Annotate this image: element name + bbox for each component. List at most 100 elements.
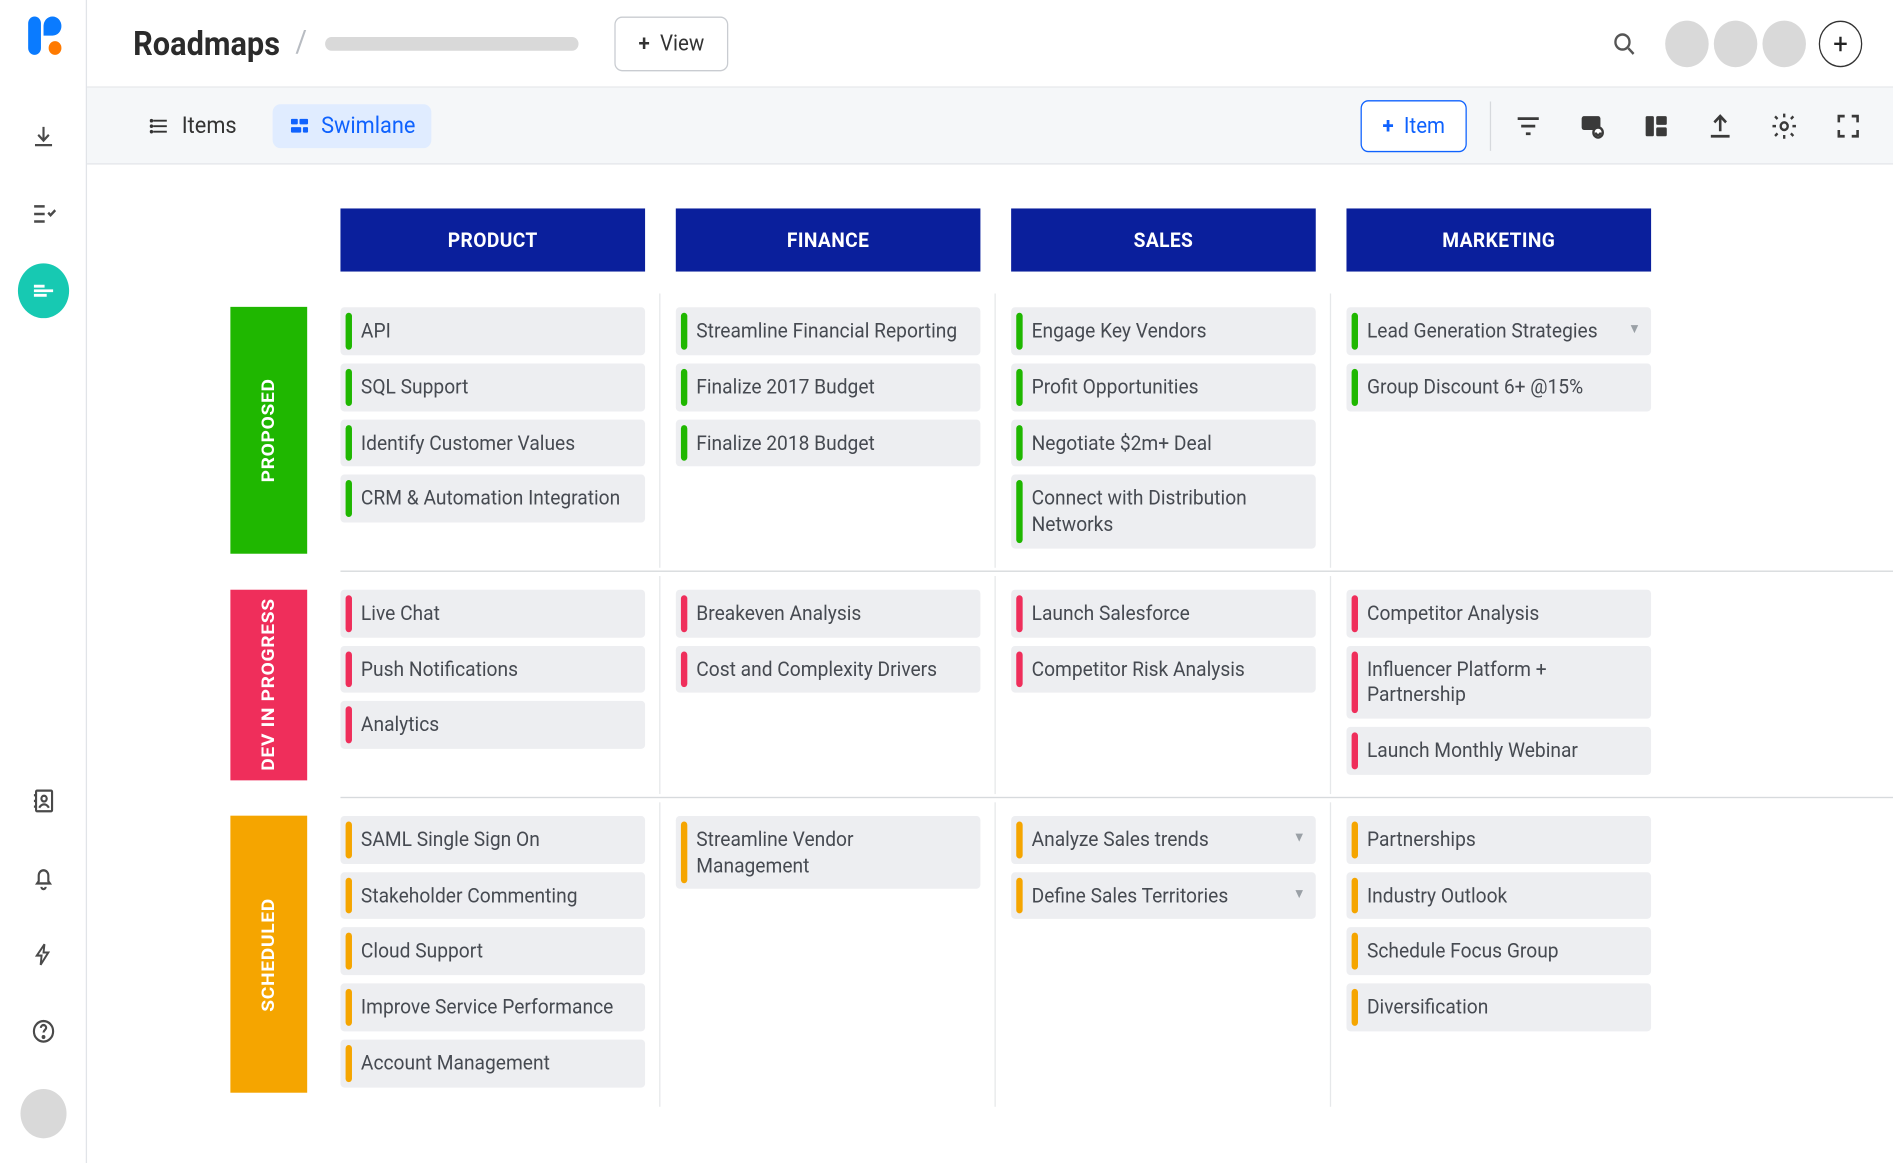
card[interactable]: SAML Single Sign On: [340, 816, 645, 864]
panel-icon[interactable]: [1642, 110, 1670, 140]
card[interactable]: Partnerships: [1346, 816, 1651, 864]
import-icon[interactable]: [17, 110, 68, 165]
card-stripe: [346, 877, 352, 914]
card-title: Negotiate $2m+ Deal: [1032, 430, 1212, 456]
card-stripe: [346, 313, 352, 350]
card[interactable]: Push Notifications: [340, 645, 645, 693]
card-stripe: [346, 989, 352, 1026]
card[interactable]: Launch Monthly Webinar: [1346, 727, 1651, 775]
lane-col: SAML Single Sign On Stakeholder Commentin…: [340, 816, 645, 1093]
card-title: CRM & Automation Integration: [361, 486, 620, 512]
chevron-down-icon[interactable]: ▼: [1628, 322, 1641, 339]
lane-label: PROPOSED: [230, 307, 307, 554]
card[interactable]: Negotiate $2m+ Deal: [1011, 419, 1316, 467]
search-icon[interactable]: [1606, 24, 1642, 62]
avatar[interactable]: [1714, 20, 1758, 67]
card[interactable]: Cloud Support: [340, 927, 645, 975]
toolbar-divider: [1490, 101, 1491, 150]
view-button-label: View: [660, 30, 704, 56]
export-icon[interactable]: [1706, 110, 1734, 140]
card-stripe: [1352, 313, 1358, 350]
card-stripe: [1016, 480, 1022, 542]
card[interactable]: Breakeven Analysis: [676, 589, 981, 637]
card[interactable]: Streamline Vendor Management: [676, 816, 981, 889]
card[interactable]: Identify Customer Values: [340, 419, 645, 467]
plus-icon: +: [638, 30, 649, 56]
card[interactable]: Competitor Analysis: [1346, 589, 1651, 637]
chevron-down-icon[interactable]: ▼: [1293, 831, 1306, 848]
card-title: Engage Key Vendors: [1032, 318, 1207, 344]
list-check-icon[interactable]: [17, 187, 68, 242]
lane-scheduled: SCHEDULED SAML Single Sign On Stakeholder …: [230, 816, 1893, 1093]
card[interactable]: Stakeholder Commenting: [340, 872, 645, 920]
card[interactable]: Launch Salesforce: [1011, 589, 1316, 637]
card[interactable]: API: [340, 307, 645, 355]
card[interactable]: Influencer Platform + Partnership: [1346, 645, 1651, 718]
card[interactable]: Finalize 2017 Budget: [676, 363, 981, 411]
contacts-icon[interactable]: [17, 774, 68, 829]
card-stripe: [681, 595, 687, 632]
avatar[interactable]: [1665, 20, 1709, 67]
card[interactable]: SQL Support: [340, 363, 645, 411]
add-view-button[interactable]: + View: [614, 16, 728, 71]
column-header: PRODUCT: [340, 208, 645, 271]
card[interactable]: Cost and Complexity Drivers: [676, 645, 981, 693]
card-stripe: [1016, 877, 1022, 914]
card-title: Stakeholder Commenting: [361, 883, 578, 909]
card[interactable]: Live Chat: [340, 589, 645, 637]
card-title: Improve Service Performance: [361, 994, 613, 1020]
card[interactable]: Profit Opportunities: [1011, 363, 1316, 411]
card[interactable]: Finalize 2018 Budget: [676, 419, 981, 467]
link-card-icon[interactable]: [1578, 110, 1606, 140]
bolt-icon[interactable]: [17, 927, 68, 982]
card[interactable]: Lead Generation Strategies▼: [1346, 307, 1651, 355]
add-collaborator-button[interactable]: +: [1819, 20, 1863, 67]
breadcrumb-separator: /: [295, 26, 307, 60]
tab-swimlane-label: Swimlane: [321, 112, 415, 139]
user-avatar[interactable]: [20, 1089, 66, 1138]
title-placeholder[interactable]: [325, 36, 578, 50]
plus-icon: +: [1383, 112, 1394, 138]
card[interactable]: Improve Service Performance: [340, 983, 645, 1031]
gear-icon[interactable]: [1770, 110, 1798, 140]
card[interactable]: Diversification: [1346, 983, 1651, 1031]
board: PRODUCTFINANCESALESMARKETING PROPOSEDAPI…: [87, 165, 1893, 1093]
card[interactable]: CRM & Automation Integration: [340, 475, 645, 523]
card-stripe: [1016, 821, 1022, 858]
card[interactable]: Connect with Distribution Networks: [1011, 475, 1316, 548]
card[interactable]: Group Discount 6+ @15%: [1346, 363, 1651, 411]
card-stripe: [1352, 933, 1358, 970]
card-stripe: [1352, 989, 1358, 1026]
card-stripe: [1352, 595, 1358, 632]
card-title: Launch Salesforce: [1032, 600, 1190, 626]
card[interactable]: Account Management: [340, 1039, 645, 1087]
card[interactable]: Competitor Risk Analysis: [1011, 645, 1316, 693]
bell-icon[interactable]: [17, 850, 68, 905]
lane-label: SCHEDULED: [230, 816, 307, 1093]
tab-swimlane[interactable]: Swimlane: [272, 104, 430, 148]
card[interactable]: Engage Key Vendors: [1011, 307, 1316, 355]
help-icon[interactable]: [17, 1004, 68, 1059]
add-item-button[interactable]: + Item: [1361, 99, 1467, 151]
swimlane-nav-icon[interactable]: [17, 263, 68, 318]
chevron-down-icon[interactable]: ▼: [1293, 887, 1306, 904]
fullscreen-icon[interactable]: [1834, 110, 1862, 140]
tab-items-label: Items: [182, 112, 237, 139]
card[interactable]: Schedule Focus Group: [1346, 927, 1651, 975]
card-title: Identify Customer Values: [361, 430, 575, 456]
card-stripe: [1352, 651, 1358, 713]
card-title: Group Discount 6+ @15%: [1367, 374, 1583, 400]
card[interactable]: Streamline Financial Reporting: [676, 307, 981, 355]
card[interactable]: Analyze Sales trends▼: [1011, 816, 1316, 864]
column-header: MARKETING: [1346, 208, 1651, 271]
card-stripe: [1352, 732, 1358, 769]
left-rail: [0, 0, 87, 1163]
tab-items[interactable]: Items: [133, 104, 252, 148]
card[interactable]: Analytics: [340, 701, 645, 749]
card[interactable]: Define Sales Territories▼: [1011, 872, 1316, 920]
card[interactable]: Industry Outlook: [1346, 872, 1651, 920]
filter-icon[interactable]: [1514, 110, 1542, 140]
avatar[interactable]: [1762, 20, 1806, 67]
card-title: Influencer Platform + Partnership: [1367, 656, 1636, 707]
card-title: API: [361, 318, 391, 344]
